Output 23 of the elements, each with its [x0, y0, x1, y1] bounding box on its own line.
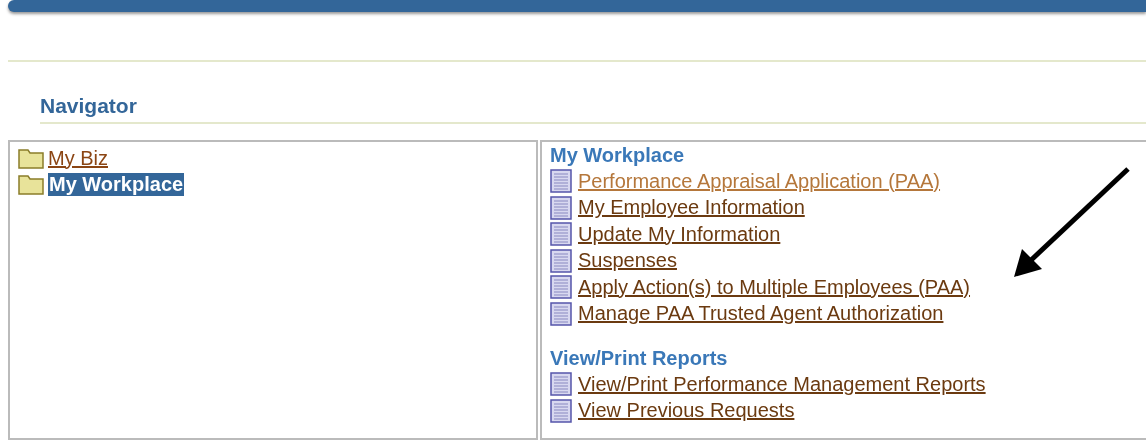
document-icon	[550, 372, 572, 397]
menu-link[interactable]: My Employee Information	[578, 196, 805, 220]
document-icon	[550, 222, 572, 247]
menu-link[interactable]: View/Print Performance Management Reports	[578, 372, 986, 396]
folder-icon	[18, 147, 44, 169]
menu-link[interactable]: Manage PAA Trusted Agent Authorization	[578, 302, 944, 326]
document-icon	[550, 301, 572, 326]
menu-link[interactable]: Update My Information	[578, 222, 781, 246]
document-icon	[550, 398, 572, 423]
menu-link[interactable]: View Previous Requests	[578, 399, 795, 423]
menu-link[interactable]: Performance Appraisal Application (PAA)	[578, 169, 941, 193]
document-icon	[550, 275, 572, 300]
page-heading: Navigator	[40, 94, 137, 117]
menu-link[interactable]: Suspenses	[578, 249, 677, 273]
document-icon	[550, 169, 572, 194]
document-icon	[550, 248, 572, 273]
document-icon	[550, 195, 572, 220]
folder-icon	[18, 173, 44, 195]
tree-item[interactable]: My Biz	[48, 146, 108, 170]
tree-item[interactable]: My Workplace	[48, 172, 185, 196]
section-title: My Workplace	[550, 144, 686, 168]
menu-link[interactable]: Apply Action(s) to Multiple Employees (PAA)	[578, 275, 970, 299]
section-title: View/Print Reports	[550, 347, 729, 371]
